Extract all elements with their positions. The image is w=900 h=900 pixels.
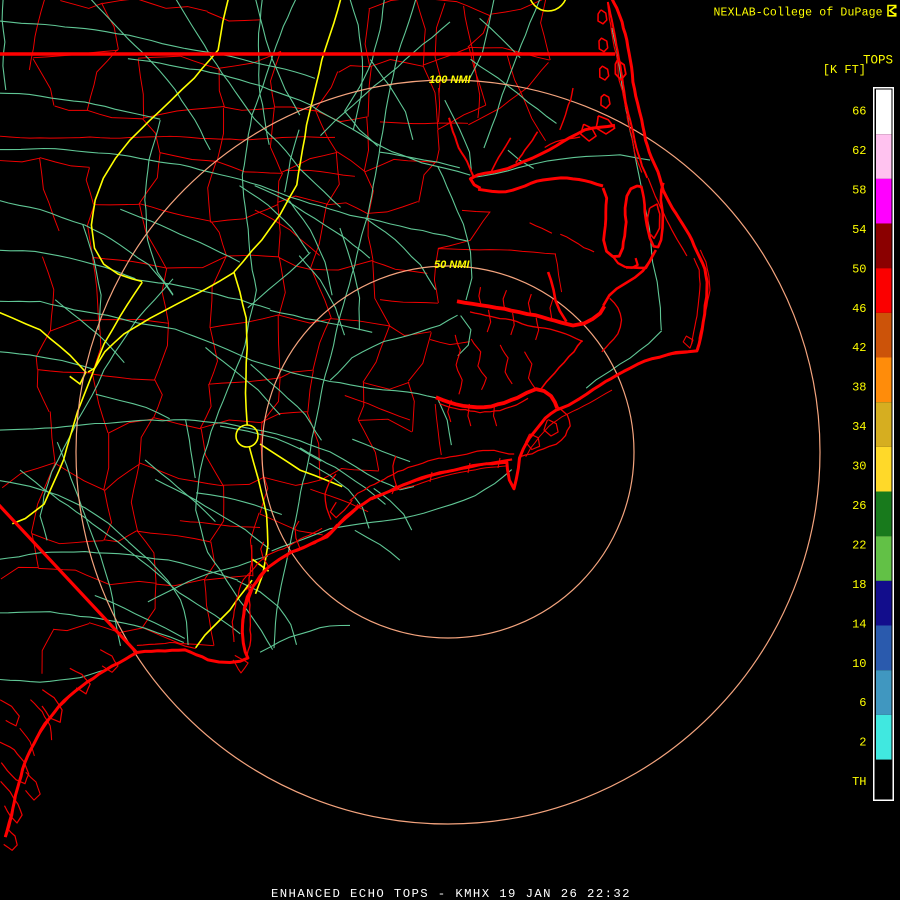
svg-text:38: 38: [852, 381, 866, 395]
svg-text:42: 42: [852, 341, 866, 355]
svg-text:14: 14: [852, 617, 866, 631]
svg-text:18: 18: [852, 578, 866, 592]
svg-text:2: 2: [859, 736, 866, 750]
svg-text:54: 54: [852, 223, 866, 237]
svg-text:26: 26: [852, 499, 866, 513]
svg-text:100 NMI: 100 NMI: [429, 74, 472, 86]
svg-text:66: 66: [852, 105, 866, 119]
svg-text:ENHANCED ECHO TOPS - KMHX 19 J: ENHANCED ECHO TOPS - KMHX 19 JAN 26 22:3…: [271, 887, 631, 900]
svg-text:TH: TH: [852, 775, 866, 789]
svg-text:62: 62: [852, 144, 866, 158]
svg-text:30: 30: [852, 460, 866, 474]
svg-text:10: 10: [852, 657, 866, 671]
svg-text:34: 34: [852, 420, 866, 434]
svg-text:6: 6: [859, 696, 866, 710]
svg-text:NEXLAB-College of DuPage: NEXLAB-College of DuPage: [714, 7, 883, 20]
svg-text:58: 58: [852, 184, 866, 198]
svg-text:46: 46: [852, 302, 866, 316]
svg-text:50: 50: [852, 262, 866, 276]
svg-text:22: 22: [852, 538, 866, 552]
svg-text:50 NMI: 50 NMI: [434, 259, 470, 271]
svg-text:[K FT]: [K FT]: [823, 63, 866, 77]
svg-text:TOPS: TOPS: [863, 54, 893, 68]
